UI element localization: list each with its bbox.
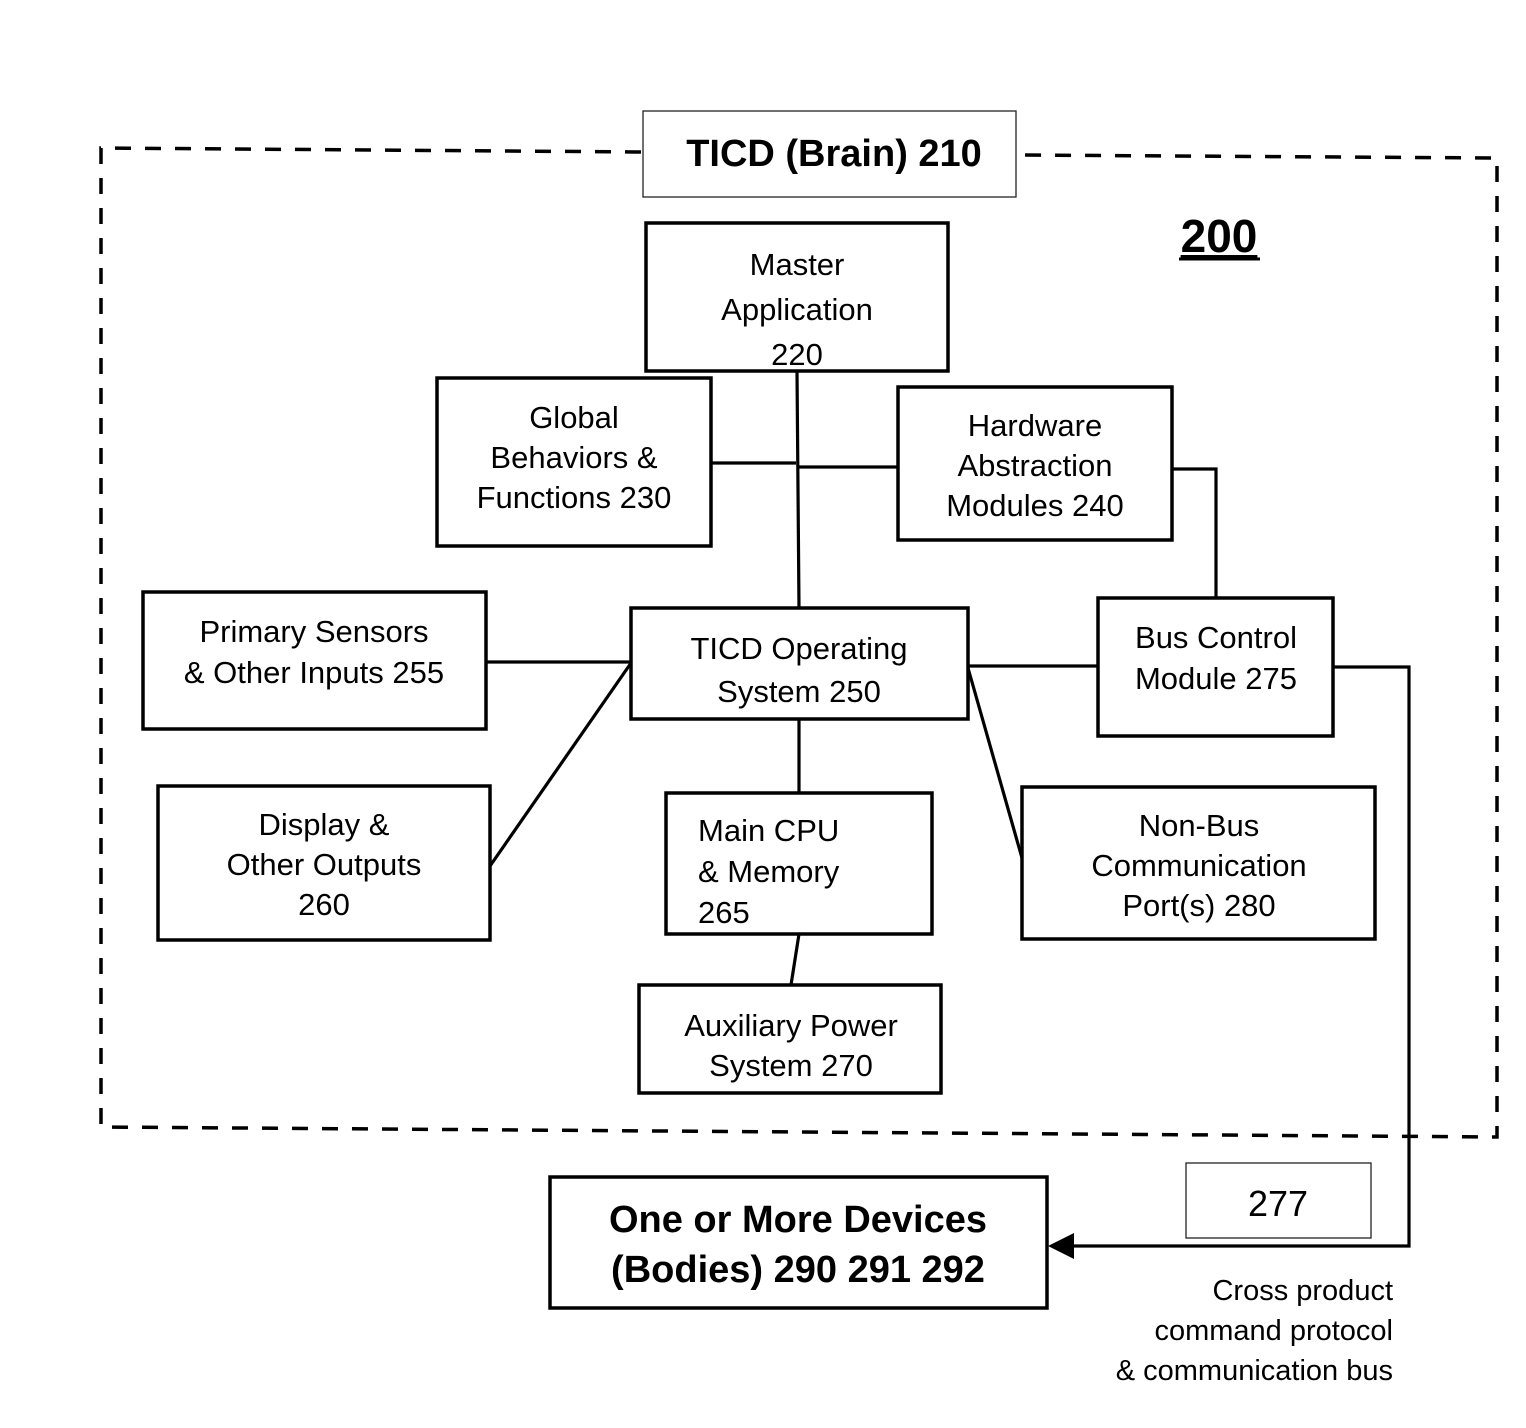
non-bus-ports-label-line: Communication [1091, 848, 1306, 883]
connector-global-behaviors-to-hardware-abstraction [711, 461, 898, 469]
ticd-operating-system-label-line: TICD Operating [690, 631, 907, 666]
bus-note-line: & communication bus [1116, 1355, 1393, 1387]
connector-bus-control-module-to-devices-bodies [1057, 665, 1411, 1248]
display-outputs-label-line: 260 [298, 887, 350, 922]
devices-bodies-label-line: (Bodies) 290 291 292 [611, 1249, 985, 1291]
connector-hardware-abstraction-to-bus-control-module [1172, 467, 1218, 598]
connector-main-cpu-memory-to-auxiliary-power [789, 933, 801, 986]
non-bus-ports-label-line: Non-Bus [1139, 808, 1260, 843]
figure-number: 200 [1181, 210, 1258, 262]
hardware-abstraction-label-line: Hardware [968, 408, 1102, 443]
bus-control-module-label-line: Bus Control [1135, 620, 1297, 655]
primary-sensors-label-line: Primary Sensors [199, 614, 428, 649]
system-architecture-diagram: TICD (Brain) 210 200 277 Cross product comma… [99, 110, 1499, 1387]
bus-control-module-label-line: Module 275 [1135, 661, 1297, 696]
hardware-abstraction-label-line: Abstraction [957, 448, 1112, 483]
arrowhead-icon [1048, 1233, 1074, 1259]
auxiliary-power-label-line: Auxiliary Power [684, 1008, 898, 1043]
ticd-brain-label: TICD (Brain) 210 [686, 133, 982, 175]
devices-bodies-label-line: One or More Devices [609, 1199, 987, 1241]
master-application-label-line: Master [750, 247, 845, 282]
global-behaviors-label-line: Global [529, 400, 619, 435]
primary-sensors-label-line: & Other Inputs 255 [184, 655, 444, 690]
non-bus-ports-label-line: Port(s) 280 [1122, 888, 1275, 923]
auxiliary-power-label-line: System 270 [709, 1048, 873, 1083]
main-cpu-memory-label-line: 265 [698, 895, 750, 930]
global-behaviors-label-line: Behaviors & [490, 440, 657, 475]
master-application-label-line: 220 [771, 337, 823, 372]
global-behaviors-label-line: Functions 230 [477, 480, 672, 515]
hardware-abstraction-label-line: Modules 240 [946, 488, 1124, 523]
ticd-operating-system-label-line: System 250 [717, 674, 881, 709]
bus-note-line: command protocol [1154, 1315, 1393, 1347]
display-outputs-label-line: Other Outputs [227, 847, 422, 882]
connector-display-outputs-to-ticd-operating-system [488, 662, 633, 867]
connector-ticd-operating-system-to-non-bus-ports [966, 667, 1024, 859]
main-cpu-memory-label-line: Main CPU [698, 813, 839, 848]
main-cpu-memory-label-line: & Memory [698, 854, 840, 889]
master-application-label-line: Application [721, 292, 873, 327]
bus-note-line: Cross product [1212, 1275, 1393, 1307]
display-outputs-label-line: Display & [259, 807, 390, 842]
connector-master-application-to-ticd-operating-system [795, 370, 801, 609]
bus-tag-label: 277 [1248, 1183, 1308, 1224]
